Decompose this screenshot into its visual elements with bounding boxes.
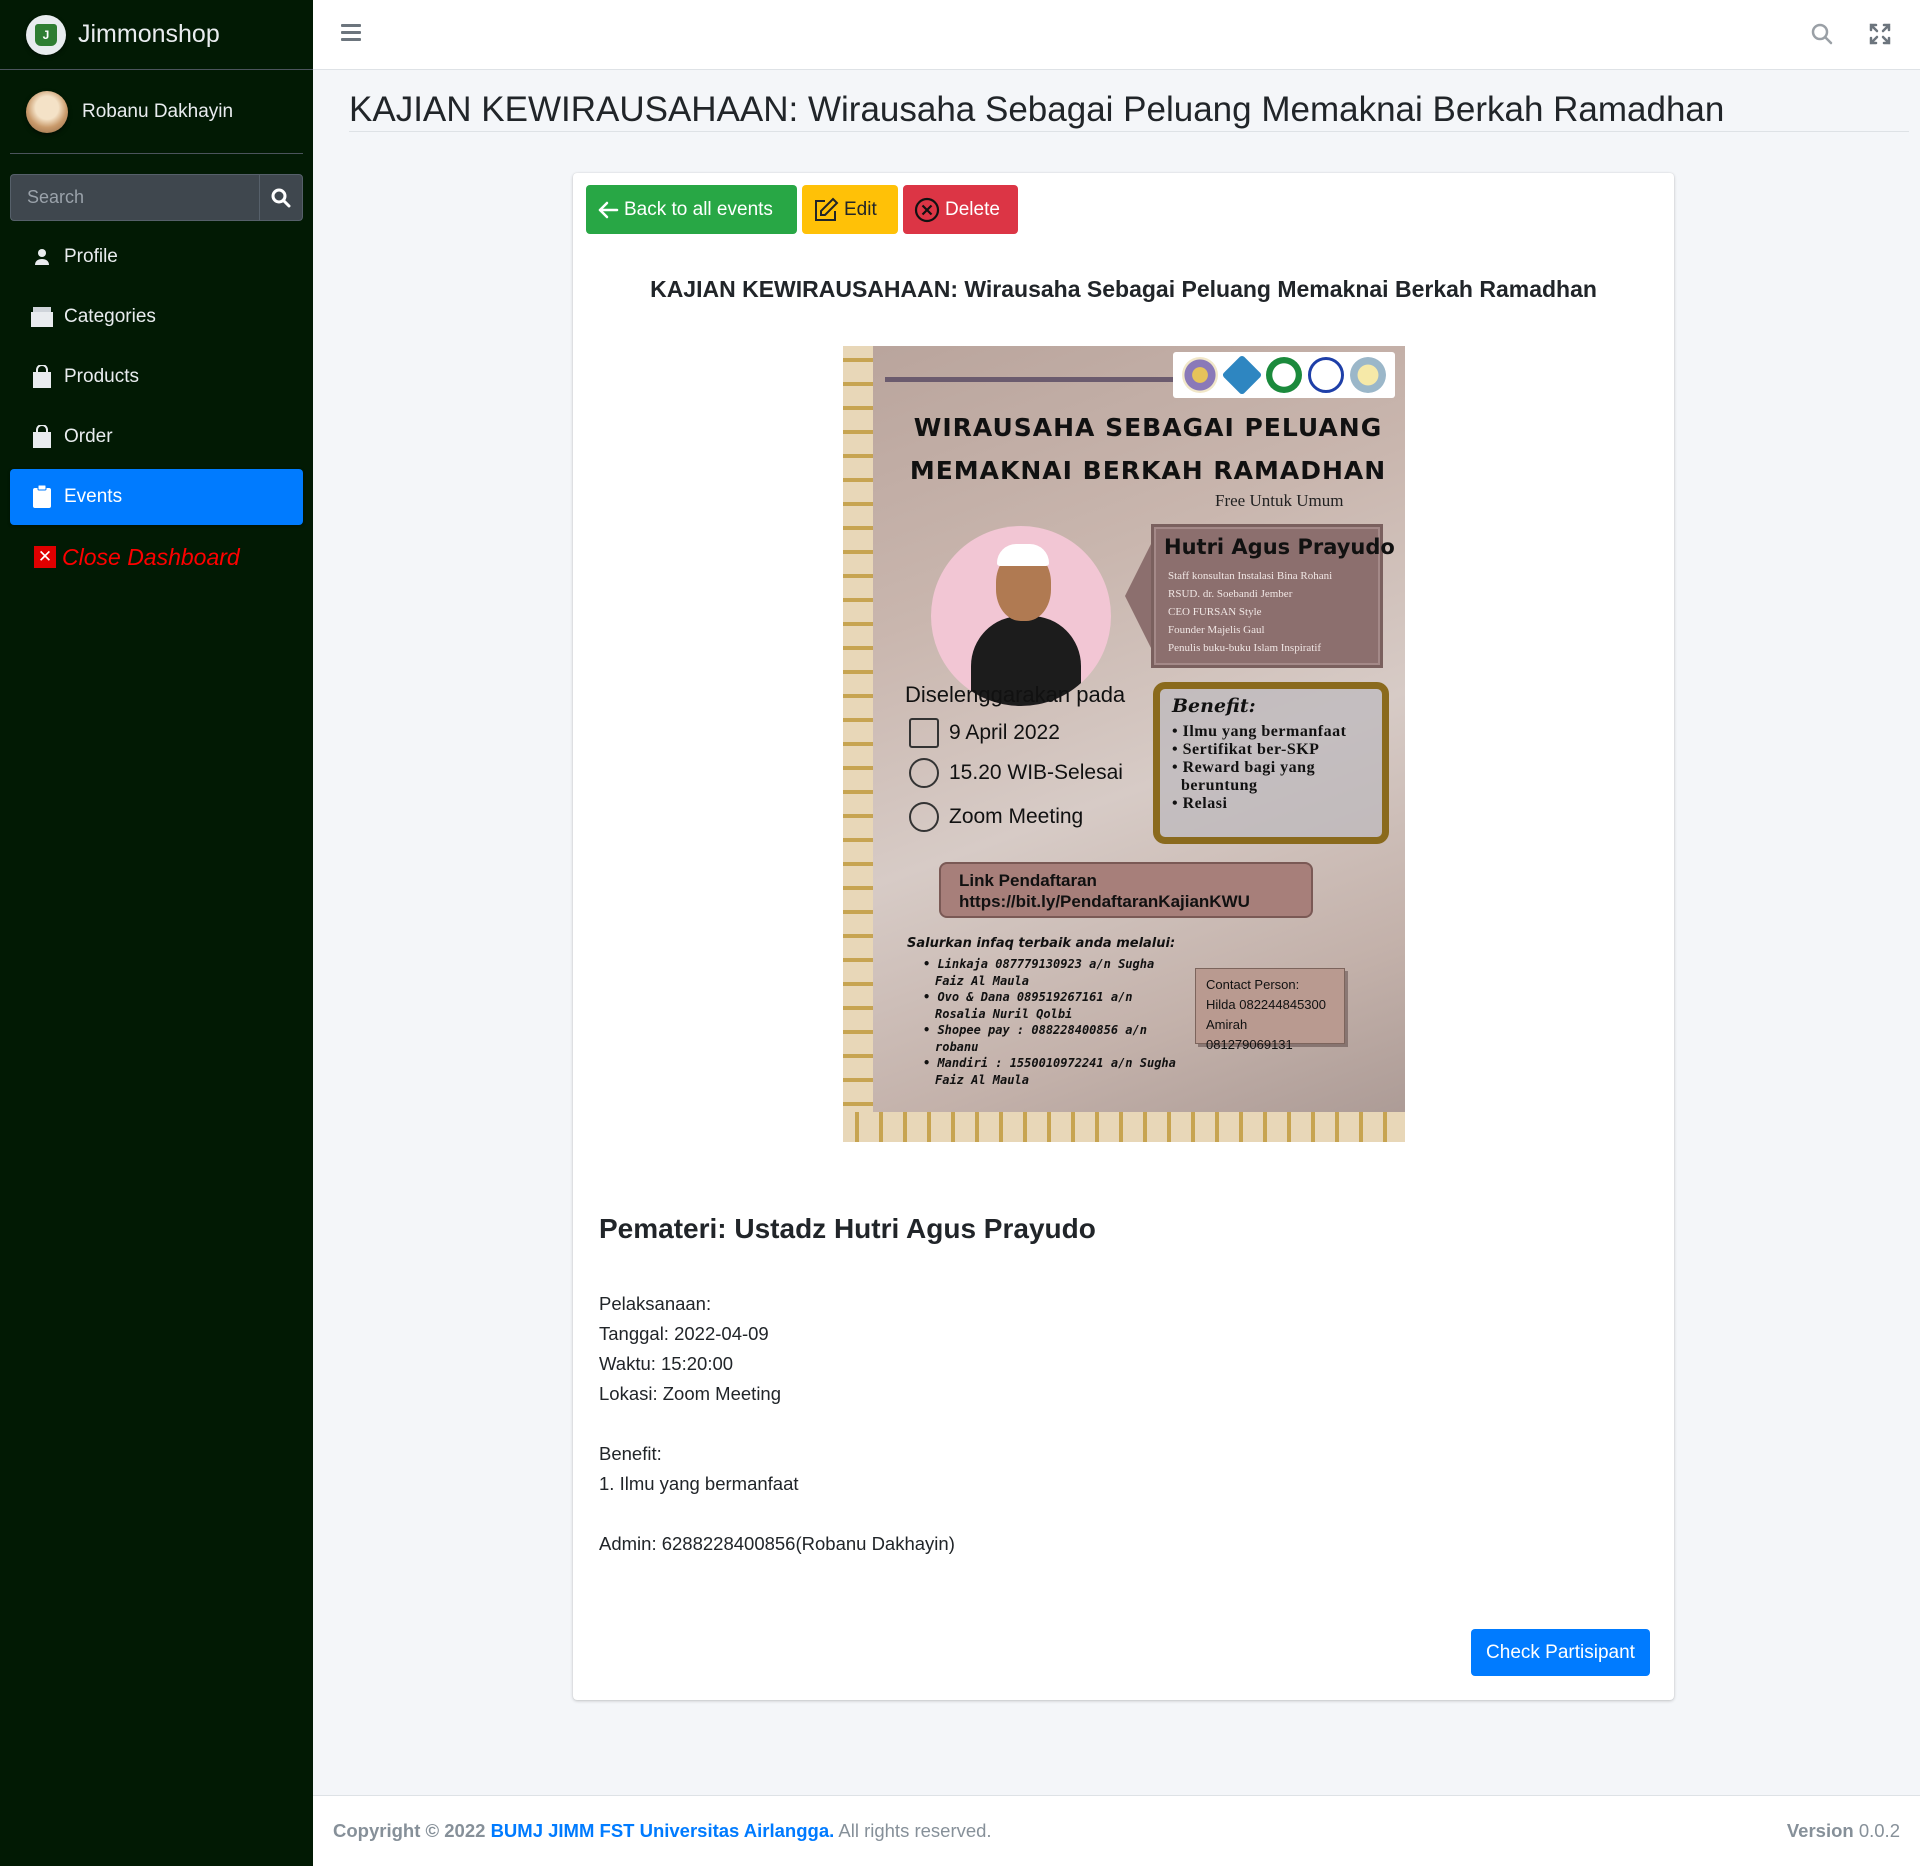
circle-x-icon [914,197,940,222]
calendar-icon [909,718,939,748]
org-logo-icon [1182,357,1218,393]
org-logo-icon [1266,357,1302,393]
content-header: KAJIAN KEWIRAUSAHAAN: Wirausaha Sebagai … [349,88,1909,132]
event-time: Waktu: 15:20:00 [599,1353,734,1374]
sidebar-item-label: Order [64,426,113,447]
sidebar-nav: Profile Categories Products Order Events… [10,229,303,585]
poster-link-url: https://bit.ly/PendaftaranKajianKWU [959,892,1250,911]
action-buttons: Back to all events Edit Delete [586,185,1018,234]
speaker-info-box: Hutri Agus Prayudo Staff konsultan Insta… [1151,524,1395,668]
clipboard-icon [30,485,54,509]
delete-button[interactable]: Delete [903,185,1018,234]
org-logo-icon [1350,357,1386,393]
brand-logo-mark: J [35,23,57,46]
sidebar-item-categories[interactable]: Categories [10,289,303,345]
close-icon: ✕ [34,546,56,568]
event-heading: KAJIAN KEWIRAUSAHAAN: Wirausaha Sebagai … [650,276,1597,302]
poster-benefit-list: • Ilmu yang bermanfaat • Sertifikat ber-… [1172,723,1347,812]
speaker-points: Staff konsultan Instalasi Bina Rohani RS… [1168,570,1333,654]
poster-contact-box: Contact Person: Hilda 082244845300 Amira… [1195,968,1345,1052]
sidebar-item-events[interactable]: Events [10,469,303,525]
event-detail-card: Back to all events Edit Delete KAJIAN KE… [573,173,1674,1700]
brand-logo: J [26,14,66,55]
event-location: Lokasi: Zoom Meeting [599,1383,782,1404]
poster-benefit-title: Benefit: [1172,695,1256,717]
footer-version: Version 0.0.2 [1786,1820,1900,1841]
org-logo-icon [1221,354,1263,396]
event-poster-image: WIRAUSAHA SEBAGAI PELUANG MEMAKNAI BERKA… [843,346,1405,1142]
brand-link[interactable]: J Jimmonshop [0,0,313,70]
sidebar-item-label: Profile [64,246,118,267]
sidebar-item-label: Products [64,366,139,387]
poster-border [843,1112,1405,1142]
check-participant-button[interactable]: Check Partisipant [1471,1629,1650,1676]
video-icon [909,802,939,832]
poster-place-row: Zoom Meeting [909,802,1083,832]
event-benefit-item: 1. Ilmu yang bermanfaat [599,1473,799,1494]
arrow-left-icon [598,201,619,218]
shopping-bag-icon [30,365,54,389]
poster-infaq-title: Salurkan infaq terbaik anda melalui: [907,936,1176,951]
page-title: KAJIAN KEWIRAUSAHAAN: Wirausaha Sebagai … [349,90,1725,129]
poster-held-title: Diselenggarakan pada [905,682,1126,707]
sidebar-search-button[interactable] [259,174,303,221]
event-admin: Admin: 6288228400856(Robanu Dakhayin) [599,1533,955,1554]
shopping-bag-icon [30,425,54,449]
top-navbar [313,0,1920,70]
folder-icon [30,305,54,329]
clock-icon [909,758,939,788]
back-to-events-label: Back to all events [624,198,773,220]
edit-icon [815,197,839,221]
sidebar-search [10,174,303,221]
poster-time-row: 15.20 WIB-Selesai [909,758,1123,788]
delete-label: Delete [945,198,1000,220]
back-to-events-button[interactable]: Back to all events [586,185,797,234]
event-speaker: Pemateri: Ustadz Hutri Agus Prayudo [599,1213,1096,1244]
sidebar-item-products[interactable]: Products [10,349,303,405]
main-sidebar: J Jimmonshop Robanu Dakhayin Profile Cat… [0,0,313,1866]
poster-border [843,346,873,1142]
edit-label: Edit [844,198,877,220]
sidebar-item-label: Close Dashboard [62,543,240,570]
user-name[interactable]: Robanu Dakhayin [82,101,233,123]
poster-benefit-box: Benefit: • Ilmu yang bermanfaat • Sertif… [1153,682,1389,844]
footer-org-link[interactable]: BUMJ JIMM FST Universitas Airlangga. [491,1820,835,1841]
poster-free-label: Free Untuk Umum [1215,491,1344,510]
brand-name: Jimmonshop [78,20,220,48]
footer-copyright: Copyright © 2022 BUMJ JIMM FST Universit… [333,1820,992,1841]
poster-divider [885,377,1175,382]
sidebar-item-order[interactable]: Order [10,409,303,465]
sidebar-item-label: Categories [64,306,156,327]
poster-title-line: WIRAUSAHA SEBAGAI PELUANG [913,413,1383,442]
event-details: Pelaksanaan: Tanggal: 2022-04-09 Waktu: … [599,1289,955,1559]
poster-infaq-list: • Linkaja 087779130923 a/n Sugha Faiz Al… [923,957,1176,1087]
user-panel[interactable]: Robanu Dakhayin [10,70,303,154]
poster-link-box: Link Pendaftaran https://bit.ly/Pendafta… [939,862,1313,918]
org-logo-icon [1308,357,1344,393]
search-icon [271,188,291,207]
event-benefit-label: Benefit: [599,1443,662,1464]
sidebar-search-input[interactable] [10,174,259,221]
sidebar-item-profile[interactable]: Profile [10,229,303,285]
speaker-name: Hutri Agus Prayudo [1164,535,1395,559]
poster-date-row: 9 April 2022 [909,718,1060,748]
edit-button[interactable]: Edit [802,185,898,234]
sidebar-item-close-dashboard[interactable]: ✕ Close Dashboard [10,529,303,585]
event-pelaksanaan-label: Pelaksanaan: [599,1293,712,1314]
navbar-search-icon[interactable] [1810,22,1834,51]
poster-link-label: Link Pendaftaran [959,871,1097,890]
poster-title: WIRAUSAHA SEBAGAI PELUANG MEMAKNAI BERKA… [903,406,1393,492]
poster-logos [1173,352,1395,398]
event-date: Tanggal: 2022-04-09 [599,1323,769,1344]
speaker-photo [931,526,1111,706]
poster-title-line: MEMAKNAI BERKAH RAMADHAN [909,456,1387,485]
main-footer: Copyright © 2022 BUMJ JIMM FST Universit… [313,1795,1920,1866]
fullscreen-icon[interactable] [1868,22,1892,51]
user-icon [30,245,54,269]
sidebar-item-label: Events [64,486,123,507]
menu-toggle-icon[interactable] [341,24,361,45]
user-avatar [26,90,68,133]
